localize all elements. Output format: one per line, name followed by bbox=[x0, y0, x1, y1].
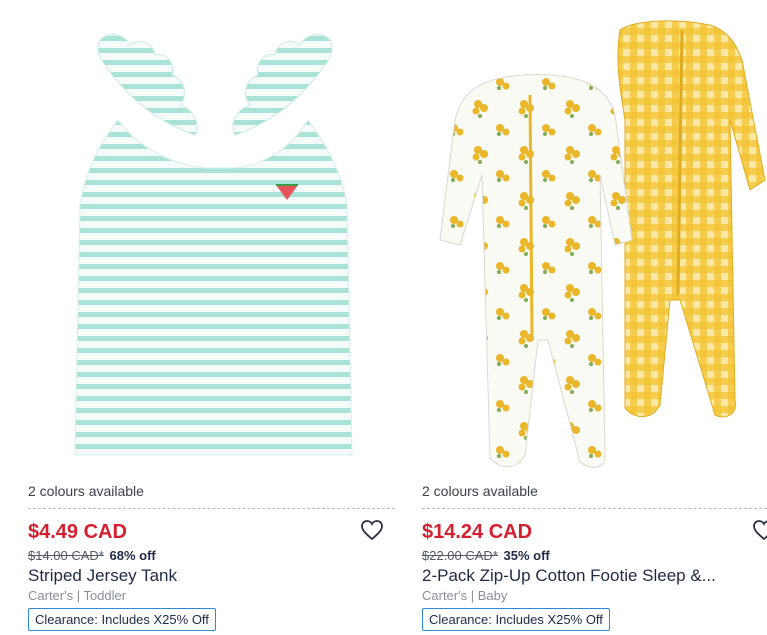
original-price: $14.00 CAD* 68% off bbox=[28, 548, 156, 563]
sale-price: $14.24 CAD bbox=[422, 521, 533, 543]
clearance-badge: Clearance: Includes X25% Off bbox=[422, 608, 610, 631]
product-brand: Carter's | Baby bbox=[422, 588, 508, 603]
product-brand: Carter's | Toddler bbox=[28, 588, 127, 603]
colours-available: 2 colours available bbox=[422, 483, 538, 499]
product-image[interactable] bbox=[420, 0, 767, 470]
product-image[interactable] bbox=[0, 0, 395, 470]
discount: 35% off bbox=[503, 548, 550, 563]
heart-outline-icon[interactable] bbox=[752, 519, 767, 541]
product-title[interactable]: Striped Jersey Tank bbox=[28, 566, 388, 586]
product-card[interactable]: 2 colours available $14.24 CAD $22.00 CA… bbox=[420, 0, 767, 635]
product-card[interactable]: 2 colours available $4.49 CAD $14.00 CAD… bbox=[0, 0, 395, 635]
clearance-badge: Clearance: Includes X25% Off bbox=[28, 608, 216, 631]
heart-outline-icon[interactable] bbox=[360, 519, 384, 541]
product-title[interactable]: 2-Pack Zip-Up Cotton Footie Sleep &... bbox=[422, 566, 752, 586]
divider bbox=[422, 508, 767, 509]
original-price: $22.00 CAD* 35% off bbox=[422, 548, 550, 563]
was-price: $22.00 CAD* bbox=[422, 548, 498, 563]
colours-available: 2 colours available bbox=[28, 483, 144, 499]
sale-price: $4.49 CAD bbox=[28, 521, 127, 543]
discount: 68% off bbox=[109, 548, 156, 563]
was-price: $14.00 CAD* bbox=[28, 548, 104, 563]
divider bbox=[28, 508, 395, 509]
